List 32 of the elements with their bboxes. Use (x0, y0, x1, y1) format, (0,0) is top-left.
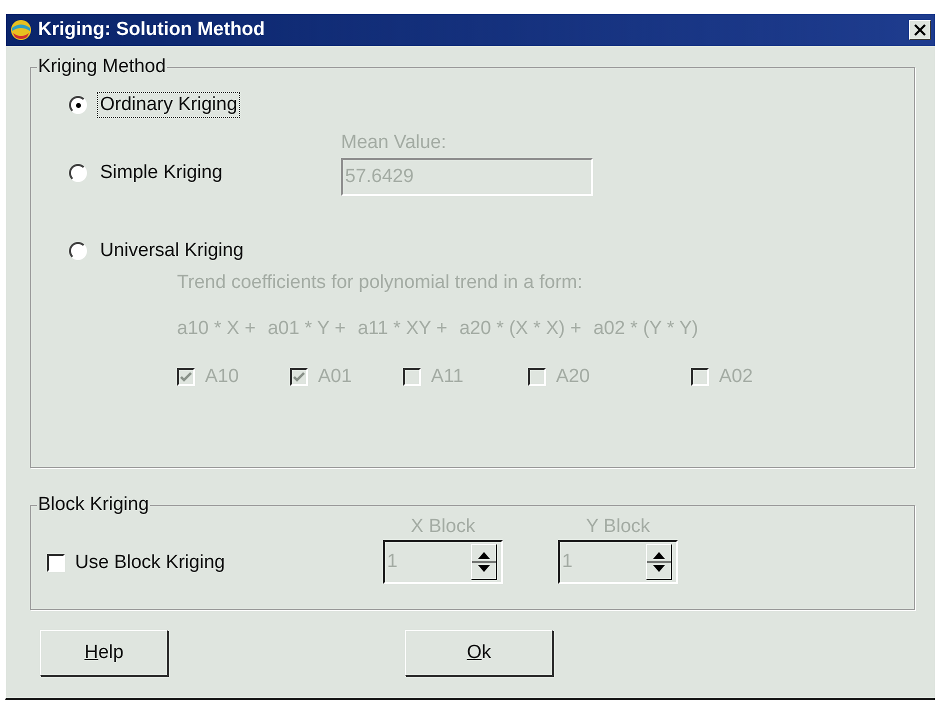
close-button[interactable] (909, 20, 931, 40)
checkbox-label: A10 (205, 366, 239, 388)
checkbox[interactable] (47, 554, 65, 572)
formula-term: a10 * X + (177, 318, 256, 340)
checkbox-label: A11 (431, 366, 464, 388)
group-title: Block Kriging (37, 494, 150, 516)
spinner-label: X Block (410, 516, 476, 538)
field-label: Mean Value: (341, 132, 448, 154)
dialog-button[interactable]: Help (40, 630, 168, 676)
checkbox-label: A01 (318, 366, 352, 388)
radio-button[interactable] (69, 96, 87, 114)
radio-button[interactable] (69, 242, 87, 260)
radio-button[interactable] (69, 164, 87, 182)
group-title: Kriging Method (37, 56, 167, 78)
spinner-label: Y Block (586, 516, 650, 538)
formula-term: a20 * (X * X) + (459, 318, 582, 340)
checkbox-label: A02 (719, 366, 753, 388)
close-icon (914, 24, 926, 36)
formula-term: a02 * (Y * Y) (593, 318, 698, 340)
trend-caption: Trend coefficients for polynomial trend in a form: (177, 272, 584, 294)
formula-term: a11 * XY + (358, 318, 448, 340)
spin-buttons[interactable] (471, 544, 497, 580)
option-label[interactable]: Simple Kriging (97, 160, 226, 186)
checkbox-label: A20 (556, 366, 590, 388)
globe-icon (10, 19, 32, 41)
spin-buttons[interactable] (646, 544, 672, 580)
checkbox-label: Use Block Kriging (75, 552, 225, 574)
dialog-button[interactable]: Ok (405, 630, 553, 676)
option-label[interactable]: Ordinary Kriging (97, 92, 240, 118)
option-label[interactable]: Universal Kriging (97, 238, 247, 264)
window-title: Kriging: Solution Method (38, 19, 266, 41)
formula-term: a01 * Y + (268, 318, 346, 340)
